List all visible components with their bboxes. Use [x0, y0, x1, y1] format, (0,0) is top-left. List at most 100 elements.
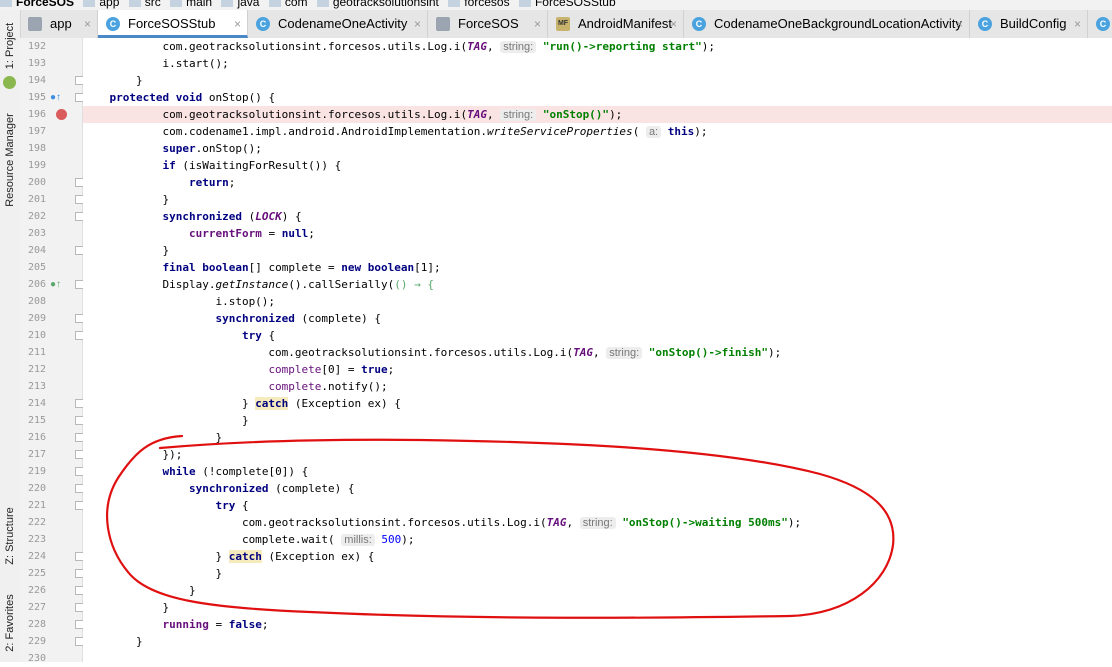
- line-number: 224: [27, 551, 46, 562]
- line-number: 227: [27, 602, 46, 613]
- close-icon[interactable]: ×: [956, 10, 963, 38]
- tab-forcesos[interactable]: ForceSOS ×: [428, 10, 548, 38]
- tab-codenameoneactivity[interactable]: C CodenameOneActivity ×: [248, 10, 428, 38]
- code-line: protected void onStop() {: [109, 91, 276, 104]
- code-line: }: [83, 74, 143, 87]
- code-line: return;: [188, 176, 236, 189]
- code-line: while (!complete[0]) {: [162, 465, 309, 478]
- lambda-icon[interactable]: ●↑: [50, 279, 61, 290]
- code-line: i.stop();: [83, 295, 276, 308]
- android-icon: [3, 76, 16, 89]
- close-icon[interactable]: ×: [534, 10, 541, 38]
- line-number: 229: [27, 636, 46, 647]
- code-line: complete.notify();: [268, 380, 388, 393]
- editor-tab-bar: app × C ForceSOSStub × C CodenameOneActi…: [20, 10, 1112, 39]
- breakpoint-icon[interactable]: [56, 109, 67, 120]
- breadcrumb-item-app[interactable]: app: [83, 0, 119, 8]
- folder-icon: [221, 0, 234, 8]
- code-editor[interactable]: com.geotracksolutionsint.forcesos.utils.…: [83, 38, 1112, 662]
- code-line: synchronized (LOCK) {: [162, 210, 302, 223]
- tab-androidmanifest[interactable]: MF AndroidManifest ×: [548, 10, 684, 38]
- close-icon[interactable]: ×: [1074, 10, 1081, 38]
- code-line: com.codename1.impl.android.AndroidImplem…: [83, 125, 708, 138]
- code-line: Display.getInstance().callSerially(() → …: [83, 278, 435, 291]
- line-number: 226: [27, 585, 46, 596]
- tab-codenameonebackgroundlocationactivity[interactable]: C CodenameOneBackgroundLocationActivity …: [684, 10, 970, 38]
- close-icon[interactable]: ×: [670, 10, 677, 38]
- code-line: }: [83, 193, 170, 206]
- class-icon: C: [1096, 17, 1110, 31]
- code-line: if (isWaitingForResult()) {: [162, 159, 342, 172]
- line-number: 197: [27, 126, 46, 137]
- line-number: 192: [27, 41, 46, 52]
- line-number: 213: [27, 381, 46, 392]
- line-number: 214: [27, 398, 46, 409]
- breadcrumb-item-com[interactable]: com: [268, 0, 307, 8]
- tab-buildconfig[interactable]: C BuildConfig ×: [970, 10, 1088, 38]
- code-line: }: [83, 431, 223, 444]
- line-number: 203: [27, 228, 46, 239]
- side-panel-structure[interactable]: Z: Structure: [0, 486, 20, 586]
- param-hint: string:: [606, 347, 643, 359]
- tab-forcesosstub[interactable]: C ForceSOSStub ×: [98, 10, 248, 38]
- package-icon: [268, 0, 281, 8]
- line-number: 195: [27, 92, 46, 103]
- code-line: });: [83, 448, 183, 461]
- line-number: 199: [27, 160, 46, 171]
- line-number: 228: [27, 619, 46, 630]
- line-number: 204: [27, 245, 46, 256]
- line-number: 202: [27, 211, 46, 222]
- code-line: complete[0] = true;: [268, 363, 395, 376]
- breadcrumb-item-forcesosstub[interactable]: ForceSOSStub: [518, 0, 616, 8]
- module-icon: [28, 17, 42, 31]
- close-icon[interactable]: ×: [414, 10, 421, 38]
- line-number: 217: [27, 449, 46, 460]
- breadcrumb-item-java[interactable]: java: [221, 0, 259, 8]
- code-line: try {: [241, 329, 276, 342]
- folder-icon: [170, 0, 183, 8]
- code-line: super.onStop();: [162, 142, 262, 155]
- code-line: try {: [215, 499, 249, 512]
- line-number: 200: [27, 177, 46, 188]
- override-method-icon[interactable]: ●↑: [50, 92, 61, 103]
- module-icon: [83, 0, 96, 8]
- side-panel-favorites[interactable]: 2: Favorites: [0, 588, 20, 658]
- code-line: com.geotracksolutionsint.forcesos.utils.…: [83, 516, 802, 529]
- manifest-icon: MF: [556, 17, 570, 31]
- param-hint: string:: [579, 517, 616, 529]
- line-number: 220: [27, 483, 46, 494]
- breadcrumb-item-forcesos-package[interactable]: forcesos: [448, 0, 510, 8]
- side-panel-resource-manager[interactable]: Resource Manager: [0, 100, 20, 220]
- close-icon[interactable]: ×: [84, 10, 91, 38]
- code-line-breakpoint: com.geotracksolutionsint.forcesos.utils.…: [83, 106, 1112, 123]
- code-line: synchronized (complete) {: [188, 482, 355, 495]
- module-icon: [436, 17, 450, 31]
- code-line: } catch (Exception ex) {: [83, 397, 401, 410]
- side-panel-project[interactable]: 1: Project: [0, 16, 20, 76]
- editor-gutter[interactable]: 192 193 194 195 196 197 198 199 200 201 …: [20, 38, 84, 664]
- line-number: 205: [27, 262, 46, 273]
- breadcrumb-item-main[interactable]: main: [170, 0, 212, 8]
- line-number: 194: [27, 75, 46, 86]
- line-number: 216: [27, 432, 46, 443]
- tab-app[interactable]: app ×: [20, 10, 98, 38]
- line-number: 208: [27, 296, 46, 307]
- param-hint: millis:: [341, 534, 375, 546]
- code-line: com.geotracksolutionsint.forcesos.utils.…: [83, 40, 716, 53]
- breadcrumb-item-geotracksolutionsint[interactable]: geotracksolutionsint: [316, 0, 439, 8]
- class-icon: C: [692, 17, 706, 31]
- line-number: 211: [27, 347, 46, 358]
- code-line: synchronized (complete) {: [215, 312, 382, 325]
- project-icon: [0, 0, 12, 8]
- breadcrumb-item-forcesos[interactable]: ForceSOS: [0, 0, 74, 8]
- line-number: 221: [27, 500, 46, 511]
- tab-overflow[interactable]: C C: [1088, 10, 1112, 38]
- line-number: 209: [27, 313, 46, 324]
- code-line: com.geotracksolutionsint.forcesos.utils.…: [83, 346, 782, 359]
- close-icon[interactable]: ×: [234, 10, 241, 38]
- line-number: 210: [27, 330, 46, 341]
- package-icon: [316, 0, 329, 8]
- breadcrumb-item-src[interactable]: src: [128, 0, 161, 8]
- line-number: 206: [27, 279, 46, 290]
- code-line: currentForm = null;: [188, 227, 315, 240]
